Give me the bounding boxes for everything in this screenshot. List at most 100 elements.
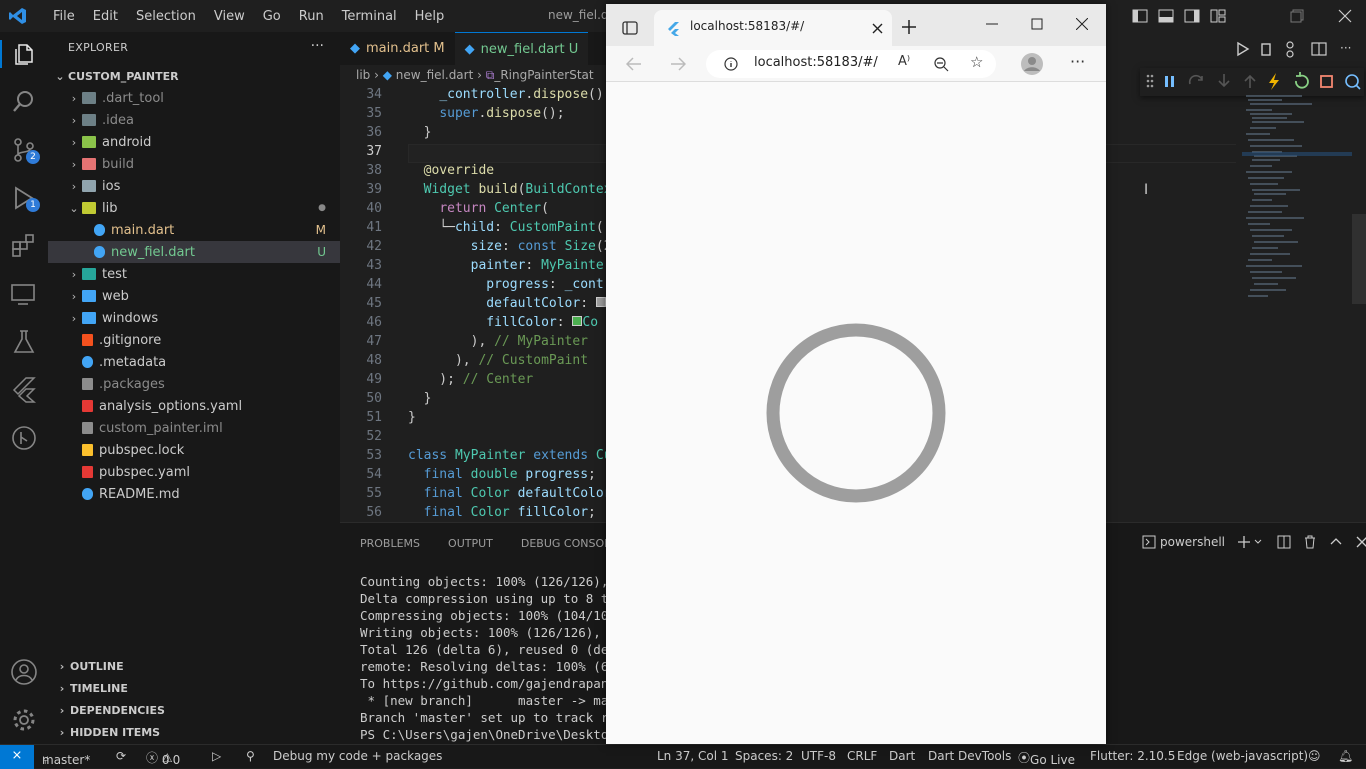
account-icon[interactable] — [10, 658, 38, 686]
zoom-out-icon[interactable] — [934, 57, 949, 72]
toggle-sidebar-icon[interactable] — [1132, 8, 1148, 24]
tab-new-fiel-dart[interactable]: ◆ new_fiel.dart U — [454, 32, 589, 65]
flutter-version[interactable]: Flutter: 2.10.5 — [1090, 749, 1175, 763]
code-line[interactable]: Widget build(BuildContex — [408, 182, 606, 197]
folder-item[interactable]: ⌄ lib ● — [48, 197, 340, 219]
dart-devtools[interactable]: Dart DevTools — [928, 749, 1011, 763]
file-item[interactable]: .gitignore — [48, 329, 340, 351]
code-line[interactable]: painter: MyPainter — [408, 258, 606, 273]
section-outline[interactable]: › OUTLINE — [48, 655, 340, 677]
new-terminal-icon[interactable] — [1237, 535, 1265, 549]
code-line[interactable]: _controller.dispose(); — [408, 87, 606, 102]
extensions-icon[interactable] — [10, 232, 38, 260]
tab-main-dart[interactable]: ◆ main.dart M — [340, 32, 455, 65]
go-live[interactable]: ⦿ Go Live — [1018, 749, 1075, 767]
customize-layout-icon[interactable] — [1210, 8, 1226, 24]
debug-icon[interactable]: ▷ — [212, 749, 221, 763]
code-line[interactable]: ), // MyPainter — [408, 334, 588, 349]
split-terminal-icon[interactable] — [1277, 535, 1291, 549]
code-line[interactable]: super.dispose(); — [408, 106, 564, 121]
encoding[interactable]: UTF-8 — [801, 749, 836, 763]
folder-item[interactable]: › test — [48, 263, 340, 285]
tab-output[interactable]: OUTPUT — [448, 537, 493, 550]
code-line[interactable]: ); // Center — [408, 372, 533, 387]
cursor-position[interactable]: Ln 37, Col 1 — [657, 749, 729, 763]
menu-run[interactable]: Run — [290, 9, 333, 24]
source-control-icon[interactable]: 2 — [10, 136, 40, 164]
tab-debug-console[interactable]: DEBUG CONSOLE — [521, 537, 617, 550]
tab-problems[interactable]: PROBLEMS — [360, 537, 420, 550]
folder-item[interactable]: › .dart_tool — [48, 87, 340, 109]
toggle-panel-icon[interactable] — [1158, 8, 1174, 24]
maximize-icon[interactable] — [1031, 18, 1043, 30]
folder-item[interactable]: › web — [48, 285, 340, 307]
debug-mode[interactable]: Debug my code + packages — [273, 749, 442, 763]
code-line[interactable]: └─child: CustomPaint( — [408, 220, 603, 235]
folder-item[interactable]: › windows — [48, 307, 340, 329]
file-item[interactable]: custom_painter.iml — [48, 417, 340, 439]
code-line[interactable]: } — [408, 391, 432, 406]
workspace-root[interactable]: ⌄ CUSTOM_PAINTER — [48, 65, 340, 87]
menu-view[interactable]: View — [205, 9, 254, 24]
profile-avatar-icon[interactable] — [1020, 52, 1044, 76]
new-tab-icon[interactable] — [902, 20, 916, 34]
file-item[interactable]: pubspec.lock — [48, 439, 340, 461]
section-dependencies[interactable]: › DEPENDENCIES — [48, 699, 340, 721]
sync-icon[interactable]: ⟳ — [116, 749, 126, 763]
tab-actions-icon[interactable] — [622, 20, 638, 36]
folder-item[interactable]: › ios — [48, 175, 340, 197]
code-line[interactable]: progress: _contr — [408, 277, 606, 292]
run-debug-icon[interactable]: 1 — [10, 184, 40, 212]
code-line[interactable]: @override — [408, 163, 494, 178]
code-line[interactable]: fillColor: Co — [408, 315, 598, 330]
explorer-icon[interactable] — [0, 40, 48, 68]
close-window-icon[interactable] — [1338, 9, 1352, 23]
file-item[interactable]: main.dart M — [48, 219, 340, 241]
notifications-bell-icon[interactable]: 🔔︎ — [1338, 749, 1353, 763]
settings-gear-icon[interactable] — [10, 706, 38, 734]
language-mode[interactable]: Dart — [889, 749, 915, 763]
code-line[interactable]: defaultColor: — [408, 296, 606, 311]
target-device[interactable]: Edge (web-javascript) — [1177, 749, 1308, 763]
code-line[interactable]: final double progress; — [408, 467, 596, 482]
menu-edit[interactable]: Edit — [84, 9, 127, 24]
code-line[interactable]: final Color defaultColor — [408, 486, 606, 501]
favorites-star-icon[interactable]: ☆ — [970, 53, 983, 71]
file-item[interactable]: pubspec.yaml — [48, 461, 340, 483]
browser-menu-icon[interactable]: ··· — [1070, 52, 1085, 71]
section-hidden-items[interactable]: › HIDDEN ITEMS — [48, 721, 340, 743]
minimize-icon[interactable] — [986, 18, 998, 30]
browser-tab-active[interactable]: localhost:58183/#/ — [654, 10, 892, 46]
code-line[interactable]: size: const Size(2 — [408, 239, 606, 254]
menu-selection[interactable]: Selection — [127, 9, 205, 24]
code-line[interactable]: ), // CustomPaint — [408, 353, 588, 368]
file-item[interactable]: README.md — [48, 483, 340, 505]
more-actions-icon[interactable]: ··· — [311, 38, 324, 54]
info-icon[interactable] — [724, 57, 738, 71]
remote-explorer-icon[interactable] — [10, 280, 38, 308]
testing-icon[interactable] — [10, 328, 38, 356]
close-panel-icon[interactable] — [1355, 535, 1366, 549]
close-tab-icon[interactable] — [872, 23, 883, 34]
folder-item[interactable]: › build — [48, 153, 340, 175]
code-line[interactable]: } — [408, 125, 432, 140]
editor-scrollbar[interactable] — [1352, 214, 1366, 304]
terminal-output[interactable]: Counting objects: 100% (126/126), d Delt… — [360, 573, 623, 743]
section-timeline[interactable]: › TIMELINE — [48, 677, 340, 699]
restore-icon[interactable] — [1290, 9, 1304, 23]
file-item[interactable]: .packages — [48, 373, 340, 395]
flutter-device-icon[interactable]: ⚲ — [246, 749, 255, 763]
menu-terminal[interactable]: Terminal — [333, 9, 406, 24]
code-line[interactable]: class MyPainter extends Cu — [408, 448, 606, 463]
menu-file[interactable]: File — [44, 9, 84, 24]
toggle-secondary-sidebar-icon[interactable] — [1184, 8, 1200, 24]
search-icon[interactable] — [10, 88, 38, 116]
code-line[interactable]: return Center( — [408, 201, 549, 216]
code-line[interactable]: } — [408, 410, 416, 425]
problems-count[interactable]: ⓧ 0 ⚠ 0 — [146, 749, 180, 767]
shell-name[interactable]: powershell — [1160, 535, 1225, 549]
feedback-icon[interactable]: ☺ — [1308, 749, 1321, 763]
file-item[interactable]: .metadata — [48, 351, 340, 373]
remote-indicator-icon[interactable]: ⨯ — [0, 745, 34, 769]
address-bar[interactable]: localhost:58183/#/ A⁾ ☆ — [706, 50, 996, 78]
